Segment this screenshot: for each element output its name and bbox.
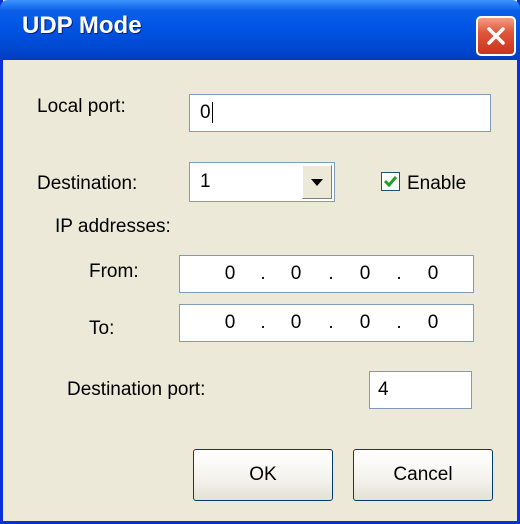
ip-to-octet-1[interactable]: 0 (215, 312, 245, 334)
cancel-button[interactable]: Cancel (353, 449, 493, 501)
destination-port-input[interactable]: 4 (369, 371, 472, 409)
chevron-down-icon (311, 179, 323, 186)
title-bar[interactable]: UDP Mode (0, 0, 520, 60)
ok-button[interactable]: OK (193, 449, 333, 501)
local-port-input[interactable]: 0 (189, 94, 491, 132)
ip-from-octet-2[interactable]: 0 (281, 263, 311, 285)
udp-mode-dialog: UDP Mode Local port: 0 Destination: 1 En… (0, 0, 520, 524)
ip-to-octet-2[interactable]: 0 (281, 312, 311, 334)
destination-label: Destination: (37, 173, 138, 194)
close-button[interactable] (476, 16, 516, 56)
ip-from-octet-4[interactable]: 0 (418, 263, 448, 285)
ip-separator: . (396, 263, 402, 284)
ip-addresses-label: IP addresses: (55, 216, 171, 237)
window-title: UDP Mode (22, 12, 142, 39)
ip-separator: . (328, 263, 334, 284)
enable-checkbox[interactable] (381, 172, 400, 191)
destination-select[interactable]: 1 (189, 162, 335, 202)
text-caret (211, 102, 213, 124)
destination-selected-value: 1 (200, 171, 211, 192)
destination-port-label: Destination port: (67, 379, 206, 400)
checkmark-icon (383, 176, 398, 188)
ip-from-octet-3[interactable]: 0 (350, 263, 380, 285)
to-label: To: (89, 318, 115, 339)
local-port-label: Local port: (37, 96, 126, 117)
ip-separator: . (260, 263, 266, 284)
destination-port-value: 4 (378, 379, 389, 400)
local-port-value: 0 (200, 102, 211, 123)
ip-to-octet-3[interactable]: 0 (350, 312, 380, 334)
close-icon (487, 27, 505, 45)
enable-label: Enable (407, 173, 467, 194)
ip-to-octet-4[interactable]: 0 (418, 312, 448, 334)
ip-separator: . (260, 312, 266, 333)
ip-separator: . (396, 312, 402, 333)
destination-dropdown-button[interactable] (302, 165, 332, 199)
ip-to-input[interactable]: 0 . 0 . 0 . 0 (179, 304, 474, 342)
ip-from-octet-1[interactable]: 0 (215, 263, 245, 285)
ip-separator: . (328, 312, 334, 333)
from-label: From: (89, 261, 139, 282)
ip-from-input[interactable]: 0 . 0 . 0 . 0 (179, 255, 474, 293)
